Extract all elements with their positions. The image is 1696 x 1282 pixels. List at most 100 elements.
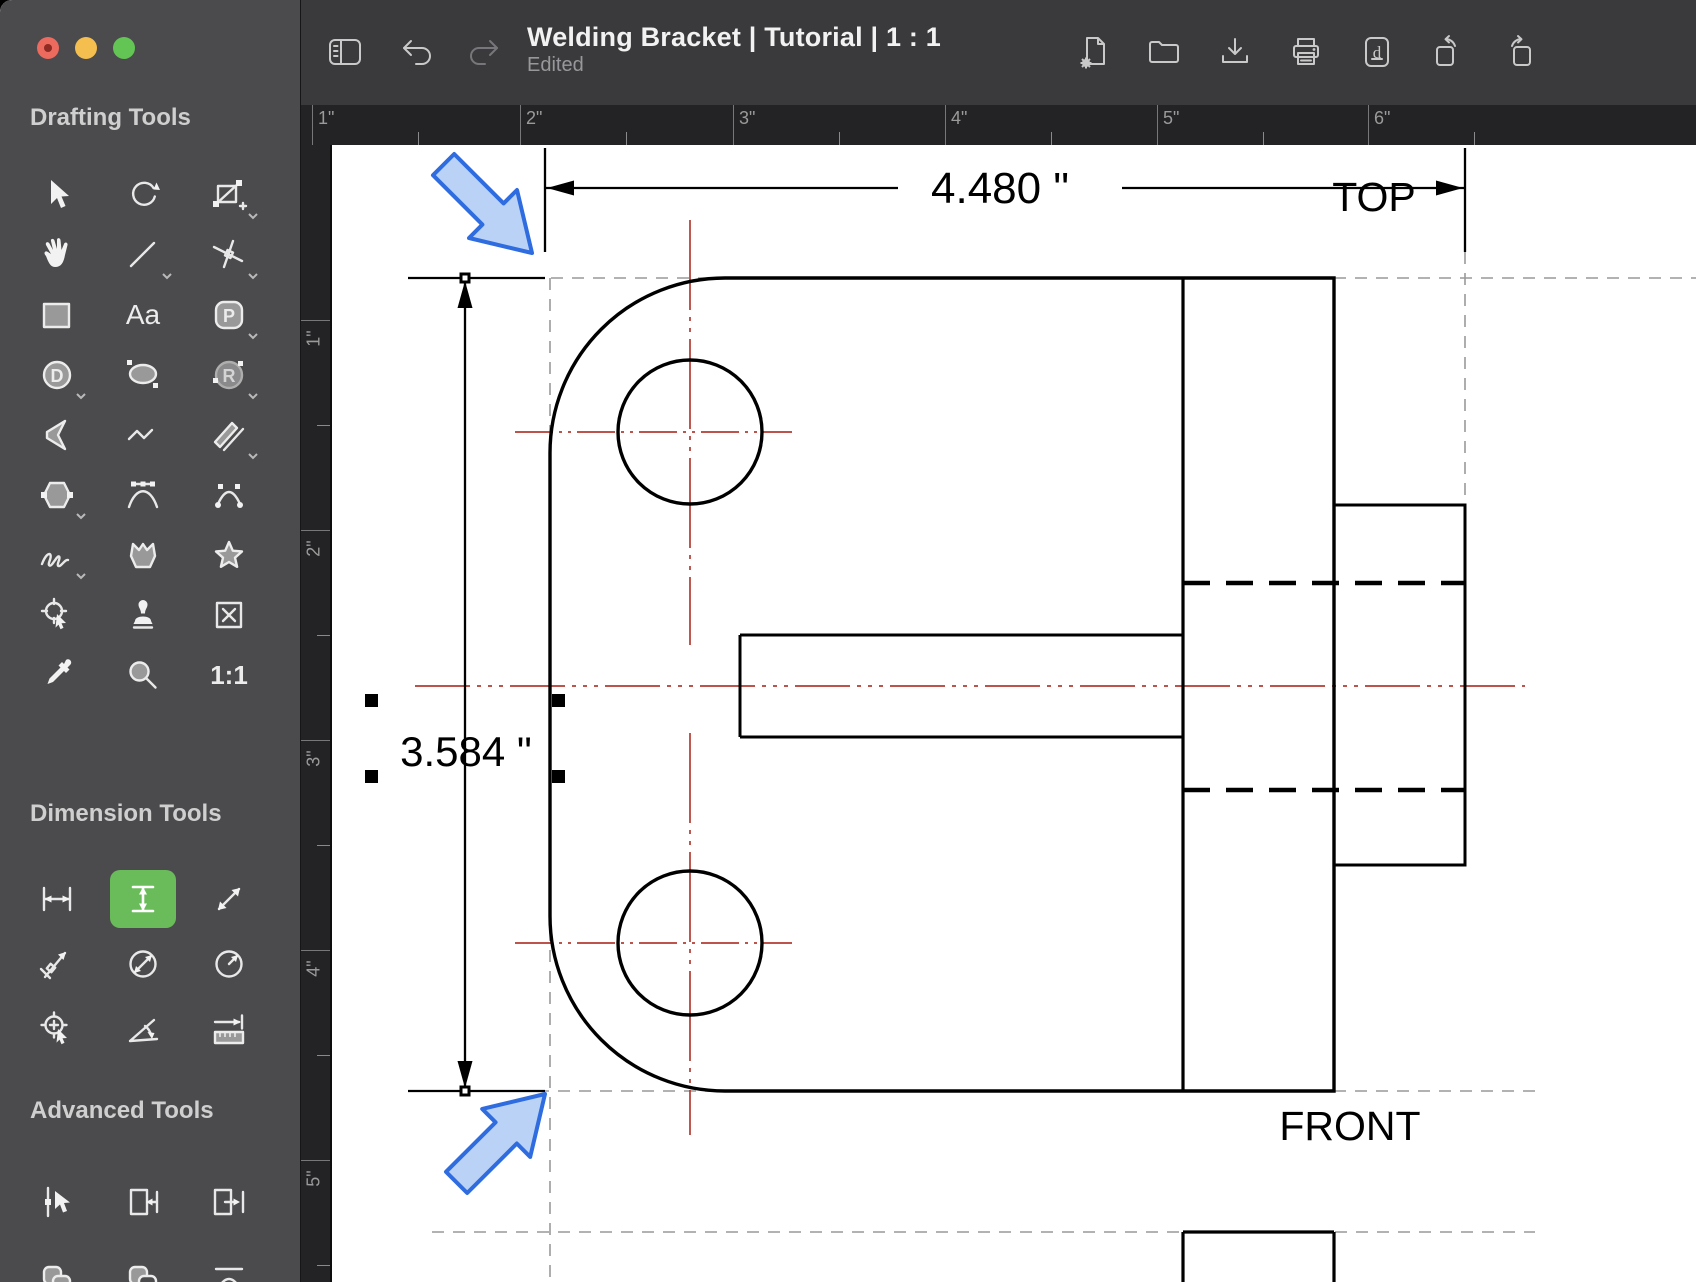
- sidebar-toggle-button[interactable]: [322, 29, 368, 75]
- tool-rectangle[interactable]: [14, 285, 100, 345]
- svg-text:R: R: [223, 366, 236, 386]
- redo-button[interactable]: [460, 29, 506, 75]
- front-view-partial[interactable]: [1181, 1230, 1336, 1282]
- tool-stamp[interactable]: [100, 585, 186, 645]
- tool-select[interactable]: [14, 165, 100, 225]
- ruler-tick-label: 4": [303, 960, 324, 977]
- tool-actual-size[interactable]: 1:1: [186, 645, 272, 705]
- tool-aligned-dimension[interactable]: [186, 866, 272, 931]
- tool-circle-diameter[interactable]: D: [14, 345, 100, 405]
- side-view[interactable]: [1183, 503, 1467, 867]
- advanced-tool-grid: [14, 1163, 276, 1282]
- ruler-left[interactable]: 1" 2" 3" 4" 5": [300, 145, 332, 1282]
- undo-button[interactable]: [395, 29, 441, 75]
- rectangle-icon: [42, 302, 71, 329]
- dimension-height-text[interactable]: 3.584 ": [400, 728, 532, 775]
- tool-horizontal-dimension[interactable]: [14, 866, 100, 931]
- svg-text:P: P: [223, 306, 235, 326]
- tool-freehand[interactable]: [14, 525, 100, 585]
- tool-diameter-dimension[interactable]: [100, 931, 186, 996]
- tool-edit-points[interactable]: [14, 1163, 100, 1241]
- view-label-top[interactable]: TOP: [1332, 174, 1416, 220]
- undo-icon: [403, 40, 431, 65]
- tool-trim[interactable]: [100, 1163, 186, 1241]
- tool-ellipse[interactable]: [100, 345, 186, 405]
- measure-ruler-icon: [213, 1013, 245, 1044]
- tool-line[interactable]: [100, 225, 186, 285]
- close-button[interactable]: [37, 37, 59, 59]
- dimension-style-button[interactable]: d: [1354, 29, 1400, 75]
- chevron-down-icon: [248, 333, 258, 340]
- chevron-down-icon: [248, 453, 258, 460]
- stamp-icon: [132, 600, 154, 629]
- dimension-width-text[interactable]: 4.480 ": [931, 164, 1069, 213]
- svg-text:1:1: 1:1: [210, 660, 248, 690]
- tool-circle-radius[interactable]: R: [186, 345, 272, 405]
- tool-union[interactable]: [14, 1241, 100, 1282]
- scribble-icon: [40, 552, 70, 568]
- tool-eyedropper[interactable]: [14, 645, 100, 705]
- tool-center-mark[interactable]: [14, 996, 100, 1061]
- minimize-button[interactable]: [75, 37, 97, 59]
- tool-transform[interactable]: [186, 165, 272, 225]
- dimension-height[interactable]: 3.584 ": [365, 272, 565, 1097]
- chevron-down-icon: [248, 213, 258, 220]
- view-label-front[interactable]: FRONT: [1279, 1103, 1420, 1149]
- tool-zoom[interactable]: [100, 645, 186, 705]
- aligned-dim-icon: [217, 887, 241, 910]
- bracket-outline[interactable]: [548, 276, 1336, 1093]
- tool-subtract[interactable]: [100, 1241, 186, 1282]
- tool-measure-ruler[interactable]: [186, 996, 272, 1061]
- open-folder-button[interactable]: [1141, 29, 1187, 75]
- ruler-major-tick: [1157, 105, 1158, 145]
- tool-star[interactable]: [186, 525, 272, 585]
- tool-chevron-shape[interactable]: [14, 405, 100, 465]
- box-x-icon: [215, 601, 243, 629]
- chevron-shape-icon: [45, 419, 67, 451]
- tool-arc[interactable]: [186, 465, 272, 525]
- folder-icon: [1149, 41, 1179, 63]
- tool-radius-dimension[interactable]: [186, 931, 272, 996]
- text-icon: Aa: [126, 299, 161, 330]
- tool-construction-box[interactable]: [186, 585, 272, 645]
- centerlines[interactable]: [415, 220, 1525, 1135]
- top-view[interactable]: [548, 276, 1336, 1093]
- redo-icon: [470, 40, 498, 65]
- tool-rotate[interactable]: [100, 165, 186, 225]
- tool-pan[interactable]: [14, 225, 100, 285]
- radius-dim-icon: [215, 949, 243, 978]
- titlebar: Welding Bracket | Tutorial | 1 : 1 Edite…: [300, 0, 1696, 105]
- tool-angle-dimension[interactable]: [100, 996, 186, 1061]
- print-button[interactable]: [1283, 29, 1329, 75]
- parallel-hatch-icon: [213, 421, 245, 452]
- rotate-cw-button[interactable]: [1496, 29, 1542, 75]
- extend-icon: [213, 1188, 245, 1216]
- tool-text[interactable]: Aa: [100, 285, 186, 345]
- tool-vertical-dimension[interactable]: [100, 866, 186, 931]
- import-button[interactable]: [1212, 29, 1258, 75]
- tool-polyline[interactable]: [100, 405, 186, 465]
- ruler-tick-label: 5": [303, 1170, 324, 1187]
- tool-baseline-dimension[interactable]: [14, 931, 100, 996]
- ruler-tick-label: 2": [526, 108, 543, 128]
- rotate-ccw-button[interactable]: [1425, 29, 1471, 75]
- tool-angle-line[interactable]: [186, 225, 272, 285]
- ruler-top[interactable]: 1" 2" 3" 4" 5" 6": [300, 105, 1696, 145]
- ruler-major-tick: [733, 105, 734, 145]
- tool-join-curves[interactable]: [186, 1241, 272, 1282]
- tool-bezier-curve[interactable]: [100, 465, 186, 525]
- select-cursor-icon: [51, 180, 69, 208]
- arc-icon: [215, 484, 243, 508]
- new-document-button[interactable]: [1070, 29, 1116, 75]
- dimension-width[interactable]: 4.480 ": [543, 148, 1467, 252]
- tool-snap-crosshair[interactable]: [14, 585, 100, 645]
- zoom-window-button[interactable]: [113, 37, 135, 59]
- tool-polygon-p[interactable]: P: [186, 285, 272, 345]
- tool-hexagon[interactable]: [14, 465, 100, 525]
- baseline-dim-icon: [39, 951, 67, 979]
- drawing-canvas[interactable]: 4.480 " 3.584 " TOP FRONT: [330, 145, 1696, 1282]
- tool-parallel-hatch[interactable]: [186, 405, 272, 465]
- rotate-cw-icon: [1511, 35, 1531, 66]
- tool-blob[interactable]: [100, 525, 186, 585]
- tool-extend[interactable]: [186, 1163, 272, 1241]
